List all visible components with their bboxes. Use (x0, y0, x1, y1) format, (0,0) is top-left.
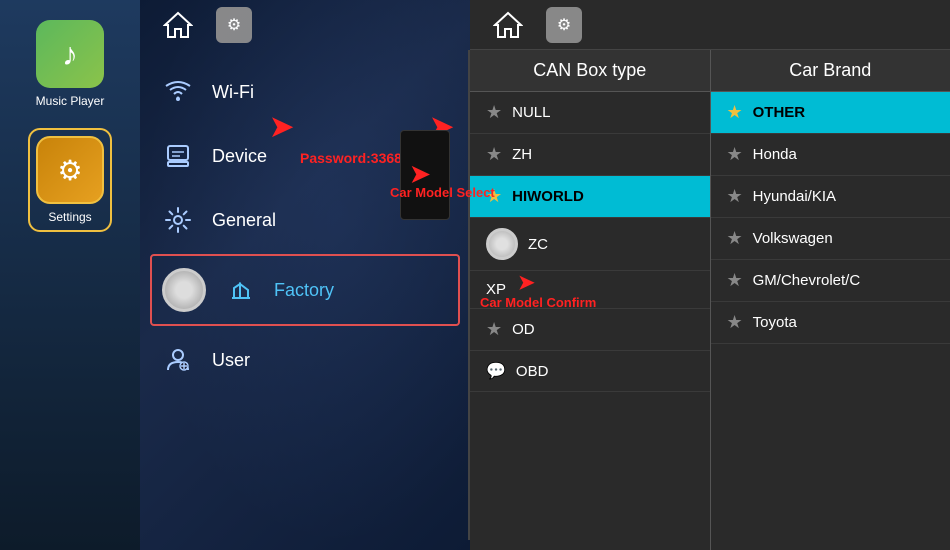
hiworld-label: HIWORLD (512, 188, 584, 205)
settings-quick-button[interactable]: ⚙ (216, 7, 252, 43)
right-panel-wrapper: ➤ Car Model Select ➤ Car Model Confirm ⚙… (470, 0, 950, 550)
toyota-star: ★ (727, 312, 743, 333)
vw-star: ★ (727, 228, 743, 249)
can-hiworld-item[interactable]: ★ HIWORLD (470, 176, 710, 218)
right-home-button[interactable] (490, 7, 526, 43)
other-label: OTHER (753, 104, 806, 121)
honda-label: Honda (753, 146, 797, 163)
brand-honda-item[interactable]: ★ Honda (711, 134, 950, 176)
honda-star: ★ (727, 144, 743, 165)
car-model-confirm-label: Car Model Confirm (480, 295, 596, 310)
factory-toggle[interactable] (162, 268, 206, 312)
right-top-bar: ⚙ (470, 0, 950, 50)
settings-icon: ⚙ (36, 136, 104, 204)
zc-toggle[interactable] (486, 228, 518, 260)
gm-label: GM/Chevrolet/C (753, 272, 861, 289)
gm-star: ★ (727, 270, 743, 291)
zh-star: ★ (486, 144, 502, 165)
od-label: OD (512, 321, 535, 338)
can-od-item[interactable]: ★ OD (470, 309, 710, 351)
zc-label: ZC (528, 236, 548, 253)
menu-item-user[interactable]: User (140, 328, 470, 392)
other-star: ★ (727, 102, 743, 123)
can-null-item[interactable]: ★ NULL (470, 92, 710, 134)
hyundai-label: Hyundai/KIA (753, 188, 836, 205)
user-label: User (212, 350, 250, 371)
can-obd-item[interactable]: 💬 OBD (470, 351, 710, 392)
main-top-bar: ⚙ (140, 0, 470, 50)
menu-item-factory[interactable]: Factory (150, 254, 460, 326)
can-zc-item[interactable]: ZC (470, 218, 710, 271)
factory-label: Factory (274, 280, 334, 301)
music-player-label: Music Player (36, 94, 105, 108)
brand-gm-item[interactable]: ★ GM/Chevrolet/C (711, 260, 950, 302)
music-player-app[interactable]: ♪ Music Player (36, 20, 105, 108)
od-star: ★ (486, 319, 502, 340)
music-player-icon: ♪ (36, 20, 104, 88)
car-model-select-label: Car Model Select (390, 185, 495, 200)
brand-hyundai-item[interactable]: ★ Hyundai/KIA (711, 176, 950, 218)
brand-volkswagen-item[interactable]: ★ Volkswagen (711, 218, 950, 260)
brand-other-item[interactable]: ★ OTHER (711, 92, 950, 134)
hyundai-star: ★ (727, 186, 743, 207)
null-star: ★ (486, 102, 502, 123)
general-icon (160, 202, 196, 238)
wifi-label: Wi-Fi (212, 82, 254, 103)
zh-label: ZH (512, 146, 532, 163)
home-button[interactable] (160, 7, 196, 43)
car-brand-column: Car Brand ★ OTHER ★ Honda ★ Hyundai/KIA … (711, 50, 950, 550)
obd-label: OBD (516, 363, 549, 380)
vw-label: Volkswagen (753, 230, 833, 247)
settings-app[interactable]: ⚙ Settings (28, 128, 112, 232)
device-icon (160, 138, 196, 174)
brand-toyota-item[interactable]: ★ Toyota (711, 302, 950, 344)
user-icon (160, 342, 196, 378)
menu-item-wifi[interactable]: Wi-Fi (140, 60, 470, 124)
car-model-confirm-arrow: ➤ (518, 270, 535, 295)
general-label: General (212, 210, 276, 231)
right-panel: ⚙ CAN Box type ★ NULL ★ ZH ★ HIWORLD (470, 0, 950, 550)
obd-icon: 💬 (486, 361, 506, 381)
factory-icon (222, 272, 258, 308)
sidebar: ♪ Music Player ⚙ Settings (0, 0, 140, 550)
menu-list: Wi-Fi Device General (140, 50, 470, 402)
can-box-header: CAN Box type (470, 50, 710, 92)
car-brand-header: Car Brand (711, 50, 950, 92)
null-label: NULL (512, 104, 550, 121)
device-label: Device (212, 146, 267, 167)
settings-label: Settings (48, 210, 91, 224)
wifi-icon (160, 74, 196, 110)
main-panel: ⚙ ➤ ➤ Password:3368 Wi-Fi (140, 0, 470, 550)
toyota-label: Toyota (753, 314, 797, 331)
can-zh-item[interactable]: ★ ZH (470, 134, 710, 176)
right-settings-button[interactable]: ⚙ (546, 7, 582, 43)
